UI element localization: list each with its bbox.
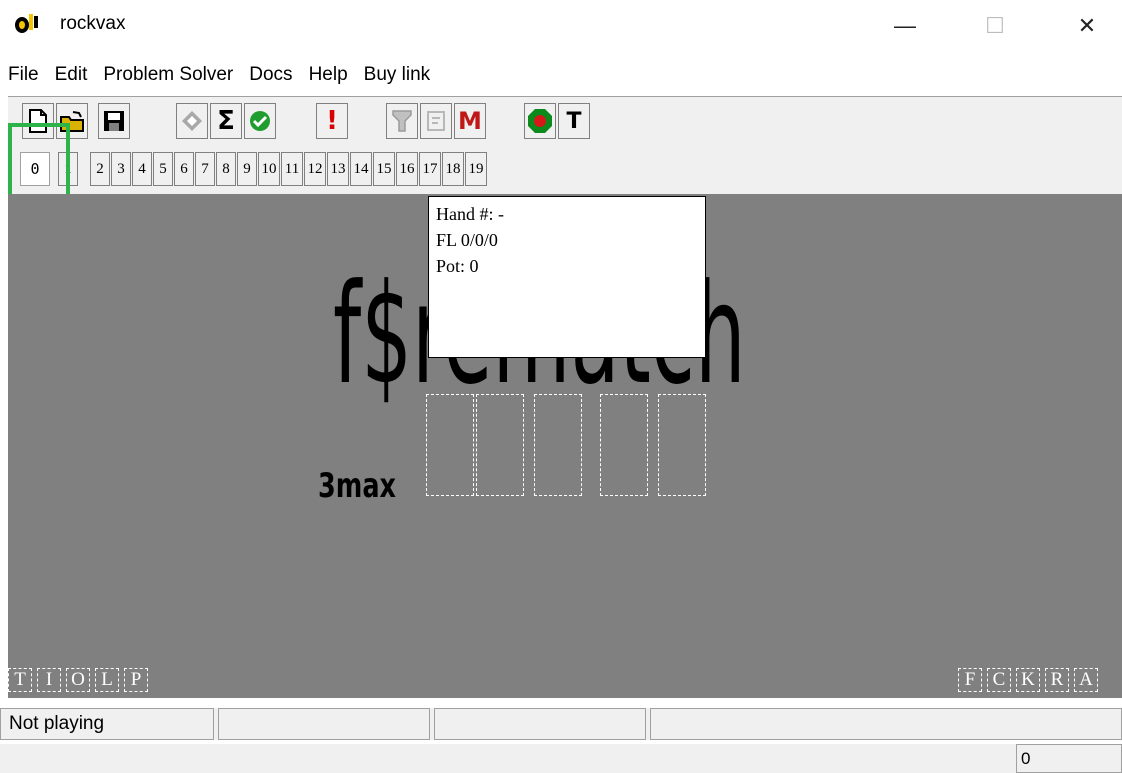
status-text: Not playing	[0, 708, 214, 740]
tab-5[interactable]: 5	[153, 152, 173, 186]
tab-19[interactable]: 19	[465, 152, 487, 186]
tab-15[interactable]: 15	[373, 152, 395, 186]
status-number: 0	[1016, 744, 1122, 773]
hand-info-box: Hand #: - FL 0/0/0 Pot: 0	[428, 196, 706, 358]
poker-app-icon	[15, 14, 38, 33]
board-card-slot	[534, 394, 582, 496]
pot-value: Pot: 0	[436, 256, 479, 276]
filter-icon[interactable]	[386, 103, 418, 139]
window-title: rockvax	[60, 13, 126, 34]
table-format: 3max	[318, 466, 396, 506]
status-bar-2: 0	[0, 744, 1122, 773]
fold-button[interactable]: F	[958, 668, 982, 692]
t-icon[interactable]: T	[558, 103, 590, 139]
m-icon[interactable]: M	[454, 103, 486, 139]
tab-3[interactable]: 3	[111, 152, 131, 186]
tab-18[interactable]: 18	[442, 152, 464, 186]
green-check-icon[interactable]	[244, 103, 276, 139]
status-bar: Not playing	[0, 708, 1122, 740]
menu-file[interactable]: File	[0, 60, 47, 90]
allin-button[interactable]: A	[1074, 668, 1098, 692]
board-card-slot	[600, 394, 648, 496]
menu-bar: File Edit Problem Solver Docs Help Buy l…	[0, 60, 438, 90]
tab-13[interactable]: 13	[327, 152, 349, 186]
tab-4[interactable]: 4	[132, 152, 152, 186]
status-panel-3	[434, 708, 646, 740]
tab-6[interactable]: 6	[174, 152, 194, 186]
status-panel-4	[650, 708, 1122, 740]
tab-2[interactable]: 2	[90, 152, 110, 186]
check-button[interactable]: K	[1016, 668, 1040, 692]
status-panel-2	[218, 708, 430, 740]
call-button[interactable]: C	[987, 668, 1011, 692]
green-question-icon[interactable]	[524, 103, 556, 139]
menu-edit[interactable]: Edit	[47, 60, 96, 90]
close-button[interactable]: ✕	[1052, 0, 1122, 52]
left-button-l[interactable]: L	[95, 668, 119, 692]
tab-16[interactable]: 16	[396, 152, 418, 186]
disabled-icon[interactable]	[420, 103, 452, 139]
tab-11[interactable]: 11	[281, 152, 303, 186]
tab-10[interactable]: 10	[258, 152, 280, 186]
exclamation-icon[interactable]: !	[316, 103, 348, 139]
tab-9[interactable]: 9	[237, 152, 257, 186]
tab-14[interactable]: 14	[350, 152, 372, 186]
menu-help[interactable]: Help	[301, 60, 356, 90]
left-button-o[interactable]: O	[66, 668, 90, 692]
poker-table: f$rematch Hand #: - FL 0/0/0 Pot: 0 3max…	[8, 194, 1122, 698]
tab-17[interactable]: 17	[419, 152, 441, 186]
tab-7[interactable]: 7	[195, 152, 215, 186]
left-button-p[interactable]: P	[124, 668, 148, 692]
menu-buy-link[interactable]: Buy link	[356, 60, 439, 90]
title-bar: rockvax — ☐ ✕	[0, 0, 1122, 52]
menu-problem-solver[interactable]: Problem Solver	[95, 60, 241, 90]
save-icon[interactable]	[98, 103, 130, 139]
board-card-slot	[658, 394, 706, 496]
raise-button[interactable]: R	[1045, 668, 1069, 692]
menu-docs[interactable]: Docs	[241, 60, 300, 90]
fl-limits: FL 0/0/0	[436, 230, 498, 250]
left-button-i[interactable]: I	[37, 668, 61, 692]
hand-number: Hand #: -	[436, 204, 504, 224]
minimize-button[interactable]: —	[870, 0, 940, 52]
diamond-icon[interactable]	[176, 103, 208, 139]
maximize-button[interactable]: ☐	[960, 0, 1030, 52]
left-button-t[interactable]: T	[8, 668, 32, 692]
board-card-slot	[426, 394, 474, 496]
table-tabs: 0 1 2 3 4 5 6 7 8 9 10 11 12 13 14 15 16…	[8, 148, 1122, 194]
sigma-icon[interactable]: Σ	[210, 103, 242, 139]
tab-8[interactable]: 8	[216, 152, 236, 186]
tab-12[interactable]: 12	[304, 152, 326, 186]
board-card-slot	[476, 394, 524, 496]
toolbar: Σ ! M T	[8, 96, 1122, 149]
